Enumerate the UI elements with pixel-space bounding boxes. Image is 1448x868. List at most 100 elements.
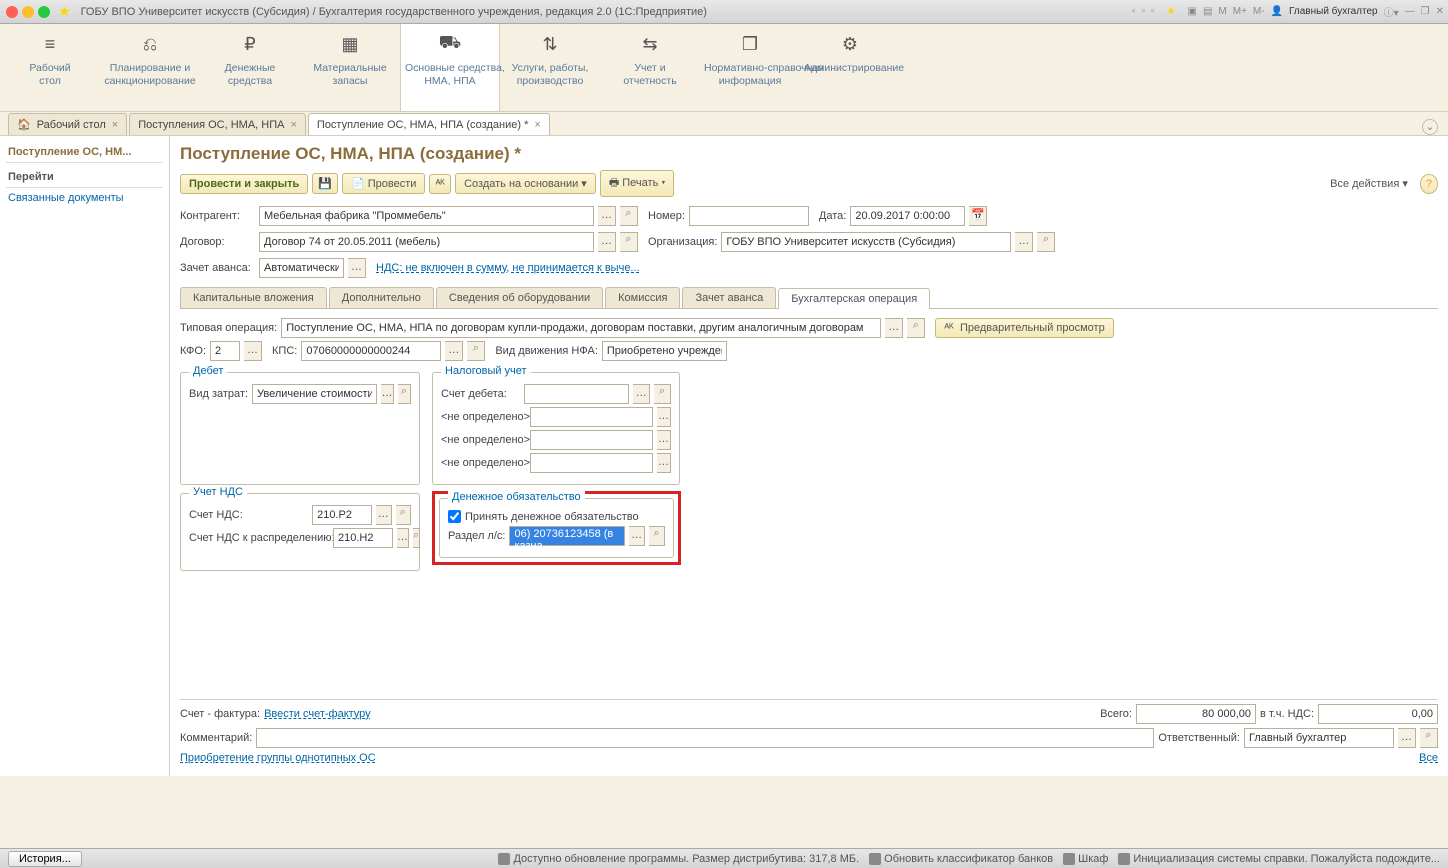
accept-obligation-checkbox[interactable]: [448, 510, 461, 523]
sub-tab[interactable]: Сведения об оборудовании: [436, 287, 603, 308]
toolbar-icon[interactable]: ▣: [1188, 6, 1197, 17]
calc-m[interactable]: M: [1218, 6, 1226, 17]
typical-op-input[interactable]: [281, 318, 881, 338]
dt-kt-button[interactable]: ᴬᴷ: [429, 174, 451, 194]
ellipsis-button[interactable]: …: [657, 453, 671, 473]
ribbon-item[interactable]: ₽Денежныесредства: [200, 24, 300, 111]
favorite-icon[interactable]: ★: [58, 3, 71, 20]
responsible-input[interactable]: [1244, 728, 1394, 748]
ribbon-item[interactable]: ⚙Администрирование: [800, 24, 900, 111]
ribbon-item[interactable]: ⇅Услуги, работы,производство: [500, 24, 600, 111]
all-link[interactable]: Все: [1419, 752, 1438, 764]
minimize-window-icon[interactable]: [22, 6, 34, 18]
all-actions-button[interactable]: Все действия: [1322, 174, 1416, 193]
status-banks[interactable]: Обновить классификатор банков: [869, 853, 1053, 865]
ellipsis-button[interactable]: …: [376, 505, 391, 525]
save-button[interactable]: 💾: [312, 173, 338, 194]
undefined-input[interactable]: [530, 407, 653, 427]
calc-mminus[interactable]: M-: [1253, 6, 1265, 17]
section-input[interactable]: 06) 20736123458 (в казна: [509, 526, 625, 546]
nds-dist-input[interactable]: [333, 528, 393, 548]
enter-invoice-link[interactable]: Ввести счет-фактуру: [264, 708, 371, 720]
toolbar-icon[interactable]: ▫: [1141, 6, 1145, 17]
kps-input[interactable]: [301, 341, 441, 361]
find-button[interactable]: [467, 341, 485, 361]
tab-create[interactable]: Поступление ОС, НМА, НПА (создание) *×: [308, 113, 550, 135]
help-button[interactable]: ?: [1420, 174, 1438, 194]
ribbon-item[interactable]: ≡Рабочийстол: [0, 24, 100, 111]
ellipsis-button[interactable]: …: [633, 384, 650, 404]
ellipsis-button[interactable]: …: [348, 258, 366, 278]
status-cabinet[interactable]: Шкаф: [1063, 853, 1108, 865]
comment-input[interactable]: [256, 728, 1154, 748]
find-button[interactable]: [620, 232, 638, 252]
print-button[interactable]: 🖶 Печать: [600, 170, 675, 197]
total-input[interactable]: [1136, 704, 1256, 724]
find-button[interactable]: [413, 528, 420, 548]
tab-desktop[interactable]: 🏠Рабочий стол×: [8, 113, 127, 135]
number-input[interactable]: [689, 206, 809, 226]
create-based-on-button[interactable]: Создать на основании: [455, 173, 596, 194]
maximize-window-icon[interactable]: [38, 6, 50, 18]
group-acquisition-link[interactable]: Приобретение группы однотипных ОС: [180, 752, 376, 764]
info-icon[interactable]: ⓘ▾: [1384, 4, 1399, 19]
nds-link[interactable]: НДС: не включен в сумму, не принимается …: [376, 262, 640, 274]
nds-account-input[interactable]: [312, 505, 372, 525]
ribbon-item[interactable]: ⇆Учет иотчетность: [600, 24, 700, 111]
close-icon[interactable]: ✕: [1436, 6, 1444, 17]
sub-tab[interactable]: Комиссия: [605, 287, 680, 308]
ellipsis-button[interactable]: …: [445, 341, 463, 361]
ellipsis-button[interactable]: …: [1015, 232, 1033, 252]
close-icon[interactable]: ×: [112, 119, 118, 131]
sub-tab[interactable]: Бухгалтерская операция: [778, 288, 930, 309]
ribbon-item[interactable]: ❐Нормативно-справочнаяинформация: [700, 24, 800, 111]
preview-button[interactable]: ᴬᴷ Предварительный просмотр: [935, 318, 1113, 338]
expense-type-input[interactable]: [252, 384, 377, 404]
calc-mplus[interactable]: M+: [1233, 6, 1247, 17]
ellipsis-button[interactable]: …: [657, 407, 671, 427]
contract-input[interactable]: [259, 232, 594, 252]
expand-button[interactable]: ⌄: [1422, 119, 1438, 135]
close-icon[interactable]: ×: [534, 119, 540, 131]
undefined-input[interactable]: [530, 430, 653, 450]
advance-input[interactable]: [259, 258, 344, 278]
status-help[interactable]: Инициализация системы справки. Пожалуйст…: [1118, 853, 1440, 865]
find-button[interactable]: [654, 384, 671, 404]
undefined-input[interactable]: [530, 453, 653, 473]
nfa-input[interactable]: [602, 341, 727, 361]
ellipsis-button[interactable]: …: [397, 528, 409, 548]
find-button[interactable]: [396, 505, 411, 525]
sub-tab[interactable]: Зачет аванса: [682, 287, 776, 308]
status-update[interactable]: Доступно обновление программы. Размер ди…: [498, 853, 859, 865]
ribbon-item[interactable]: ⎌Планирование исанкционирование: [100, 24, 200, 111]
ellipsis-button[interactable]: …: [598, 206, 616, 226]
incl-nds-input[interactable]: [1318, 704, 1438, 724]
ellipsis-button[interactable]: …: [598, 232, 616, 252]
ellipsis-button[interactable]: …: [244, 341, 262, 361]
history-button[interactable]: История...: [8, 851, 82, 867]
sub-tab[interactable]: Капитальные вложения: [180, 287, 327, 308]
tab-list[interactable]: Поступления ОС, НМА, НПА×: [129, 113, 306, 135]
ellipsis-button[interactable]: …: [885, 318, 903, 338]
close-icon[interactable]: ×: [290, 119, 296, 131]
minimize-icon[interactable]: —: [1405, 6, 1415, 17]
org-input[interactable]: [721, 232, 1011, 252]
conduct-button[interactable]: 📄 Провести: [342, 173, 425, 194]
restore-icon[interactable]: ❐: [1421, 6, 1430, 17]
find-button[interactable]: [398, 384, 411, 404]
toolbar-icon[interactable]: ▤: [1203, 6, 1212, 17]
favorite-icon[interactable]: ★: [1167, 6, 1176, 17]
find-button[interactable]: [907, 318, 925, 338]
ribbon-item[interactable]: ▦Материальныезапасы: [300, 24, 400, 111]
find-button[interactable]: [1420, 728, 1438, 748]
find-button[interactable]: [649, 526, 665, 546]
post-and-close-button[interactable]: Провести и закрыть: [180, 174, 308, 194]
sub-tab[interactable]: Дополнительно: [329, 287, 434, 308]
kfo-input[interactable]: [210, 341, 240, 361]
ellipsis-button[interactable]: …: [657, 430, 671, 450]
toolbar-icon[interactable]: ▫: [1132, 6, 1136, 17]
debit-account-input[interactable]: [524, 384, 629, 404]
find-button[interactable]: [620, 206, 638, 226]
find-button[interactable]: [1037, 232, 1055, 252]
close-window-icon[interactable]: [6, 6, 18, 18]
